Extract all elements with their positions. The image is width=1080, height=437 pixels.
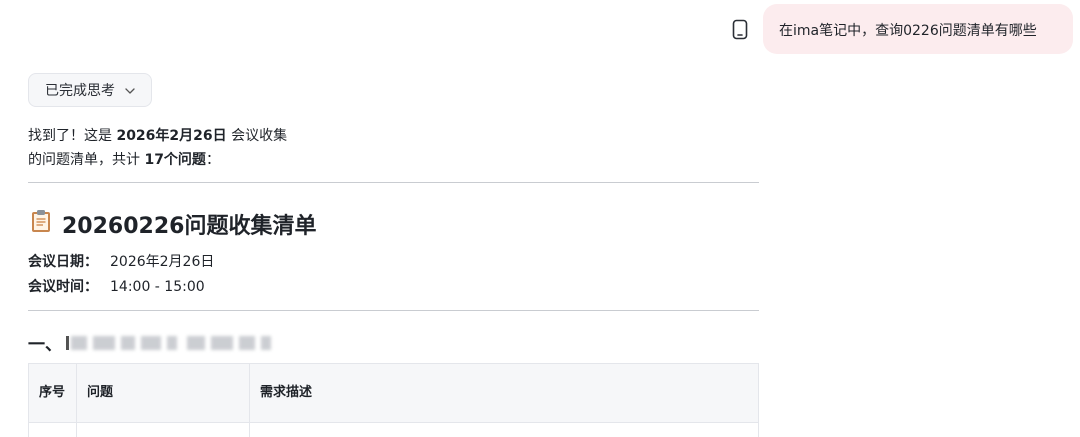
meeting-time: 会议时间： 14:00 - 15:00: [28, 277, 205, 297]
chevron-down-icon: [125, 82, 135, 98]
clipboard-icon: [30, 209, 52, 239]
meeting-date: 会议日期： 2026年2月26日: [28, 252, 214, 272]
meeting-time-label: 会议时间：: [28, 279, 98, 295]
phone-copy-icon[interactable]: [730, 18, 750, 40]
answer-intro: 找到了！这是 2026年2月26日 会议收集 的问题清单，共计 17个问题：: [28, 124, 287, 172]
meeting-date-label: 会议日期：: [28, 254, 98, 270]
document-title-text: 20260226问题收集清单: [62, 214, 317, 239]
divider-2: [28, 310, 759, 311]
user-message-bubble: 在ima笔记中，查询0226问题清单有哪些: [763, 4, 1073, 54]
meeting-date-value: 2026年2月26日: [110, 254, 215, 270]
table-cell: [249, 422, 759, 437]
table-header-row: 序号 问题 需求描述: [28, 363, 759, 423]
intro-colon: ：: [205, 152, 220, 168]
divider: [28, 182, 759, 183]
thinking-label: 已完成思考: [45, 83, 115, 99]
column-header-index: 序号: [28, 363, 77, 423]
column-header-description: 需求描述: [249, 363, 759, 423]
section-prefix: 一、: [28, 335, 62, 355]
intro-text-3: 的问题清单，共计: [28, 152, 145, 168]
redacted-section-title: [66, 332, 277, 354]
column-header-issue: 问题: [76, 363, 250, 423]
table-cell: [76, 422, 250, 437]
intro-date: 2026年2月26日: [116, 128, 227, 144]
table-row: [28, 422, 759, 437]
chat-page: 在ima笔记中，查询0226问题清单有哪些 已完成思考 找到了！这是 2026年…: [0, 0, 1080, 437]
user-message-text: 在ima笔记中，查询0226问题清单有哪些: [779, 23, 1037, 39]
column-header-index-text: 序号: [39, 385, 66, 400]
thinking-toggle-button[interactable]: 已完成思考: [28, 73, 152, 107]
table-cell: [28, 422, 77, 437]
meeting-time-value: 14:00 - 15:00: [110, 279, 205, 295]
document-title: 20260226问题收集清单: [30, 208, 316, 240]
issues-table: 序号 问题 需求描述: [28, 363, 759, 437]
intro-text: 找到了！这是: [28, 128, 117, 144]
intro-text-2: 会议收集: [226, 128, 288, 144]
intro-count: 17个问题: [144, 152, 206, 168]
answer-intro-line1: 找到了！这是 2026年2月26日 会议收集: [28, 124, 287, 148]
section-heading: 一、: [28, 330, 277, 355]
answer-intro-line2: 的问题清单，共计 17个问题：: [28, 148, 287, 172]
